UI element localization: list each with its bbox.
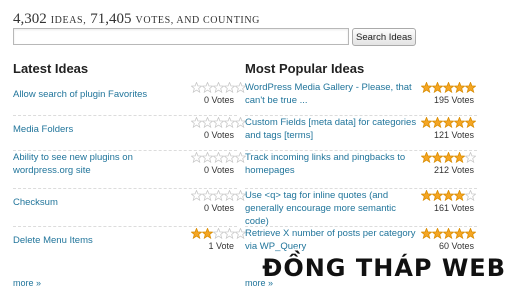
star-filled-icon[interactable] [421,190,432,201]
star-filled-icon[interactable] [454,82,465,93]
star-filled-icon[interactable] [421,228,432,239]
latest-idea-link[interactable]: Allow search of plugin Favorites [13,88,183,101]
popular-idea-link[interactable]: Use <q> tag for inline quotes (and gener… [245,189,417,228]
star-rating[interactable] [191,228,246,239]
star-filled-icon[interactable] [432,152,443,163]
ideas-word: ideas, [50,15,87,26]
vote-count: 212 Votes [433,165,474,175]
star-empty-icon[interactable] [465,152,476,163]
star-empty-icon[interactable] [213,82,224,93]
stats-header: 4,302 ideas, 71,405 votes, and counting [13,10,260,28]
star-rating[interactable] [191,82,246,93]
watermark: ĐỒNG THÁP WEB [262,254,506,282]
star-rating[interactable] [421,82,476,93]
star-empty-icon[interactable] [224,117,235,128]
popular-idea-link[interactable]: WordPress Media Gallery - Please, that c… [245,81,417,107]
vote-count: 1 Vote [208,241,234,251]
star-empty-icon[interactable] [224,152,235,163]
vote-count: 0 Votes [203,165,234,175]
star-empty-icon[interactable] [202,190,213,201]
popular-idea-link[interactable]: Retrieve X number of posts per category … [245,227,417,253]
star-empty-icon[interactable] [202,152,213,163]
star-filled-icon[interactable] [202,228,213,239]
star-empty-icon[interactable] [213,152,224,163]
star-filled-icon[interactable] [432,190,443,201]
star-empty-icon[interactable] [465,190,476,201]
ideas-count: 4,302 [13,11,47,27]
vote-count: 195 Votes [433,95,474,105]
row-divider [13,188,237,189]
star-empty-icon[interactable] [224,228,235,239]
star-filled-icon[interactable] [443,82,454,93]
star-rating[interactable] [421,190,476,201]
star-empty-icon[interactable] [191,190,202,201]
star-empty-icon[interactable] [191,82,202,93]
most-popular-ideas-title: Most Popular Ideas [245,61,365,76]
star-filled-icon[interactable] [443,117,454,128]
star-rating[interactable] [191,152,246,163]
star-empty-icon[interactable] [224,82,235,93]
star-empty-icon[interactable] [213,228,224,239]
star-filled-icon[interactable] [443,228,454,239]
vote-count: 60 Votes [438,241,474,251]
search-ideas-button[interactable]: Search Ideas [352,28,416,46]
star-filled-icon[interactable] [421,82,432,93]
star-filled-icon[interactable] [191,228,202,239]
search-input[interactable] [13,28,349,45]
star-filled-icon[interactable] [443,152,454,163]
star-filled-icon[interactable] [421,152,432,163]
star-empty-icon[interactable] [213,190,224,201]
star-filled-icon[interactable] [432,82,443,93]
star-filled-icon[interactable] [443,190,454,201]
latest-more-link[interactable]: more » [13,278,41,288]
star-empty-icon[interactable] [213,117,224,128]
latest-idea-link[interactable]: Media Folders [13,123,183,136]
star-rating[interactable] [421,152,476,163]
votes-word: votes, and counting [135,15,260,26]
star-empty-icon[interactable] [191,152,202,163]
star-filled-icon[interactable] [465,228,476,239]
vote-count: 161 Votes [433,203,474,213]
row-divider [13,115,237,116]
star-rating[interactable] [421,117,476,128]
star-empty-icon[interactable] [224,190,235,201]
latest-idea-link[interactable]: Ability to see new plugins on wordpress.… [13,151,183,177]
star-empty-icon[interactable] [202,82,213,93]
star-empty-icon[interactable] [202,117,213,128]
latest-ideas-title: Latest Ideas [13,61,89,76]
star-filled-icon[interactable] [421,117,432,128]
star-filled-icon[interactable] [454,228,465,239]
votes-count: 71,405 [90,11,132,27]
vote-count: 0 Votes [203,130,234,140]
star-filled-icon[interactable] [465,117,476,128]
star-filled-icon[interactable] [465,82,476,93]
vote-count: 0 Votes [203,95,234,105]
star-filled-icon[interactable] [454,152,465,163]
star-filled-icon[interactable] [454,190,465,201]
star-filled-icon[interactable] [432,117,443,128]
star-rating[interactable] [191,117,246,128]
vote-count: 121 Votes [433,130,474,140]
popular-idea-link[interactable]: Custom Fields [meta data] for categories… [245,116,417,142]
latest-idea-link[interactable]: Checksum [13,196,183,209]
star-filled-icon[interactable] [454,117,465,128]
star-filled-icon[interactable] [432,228,443,239]
star-empty-icon[interactable] [191,117,202,128]
latest-idea-link[interactable]: Delete Menu Items [13,234,183,247]
vote-count: 0 Votes [203,203,234,213]
star-rating[interactable] [191,190,246,201]
popular-idea-link[interactable]: Track incoming links and pingbacks to ho… [245,151,417,177]
row-divider [13,226,237,227]
star-rating[interactable] [421,228,476,239]
